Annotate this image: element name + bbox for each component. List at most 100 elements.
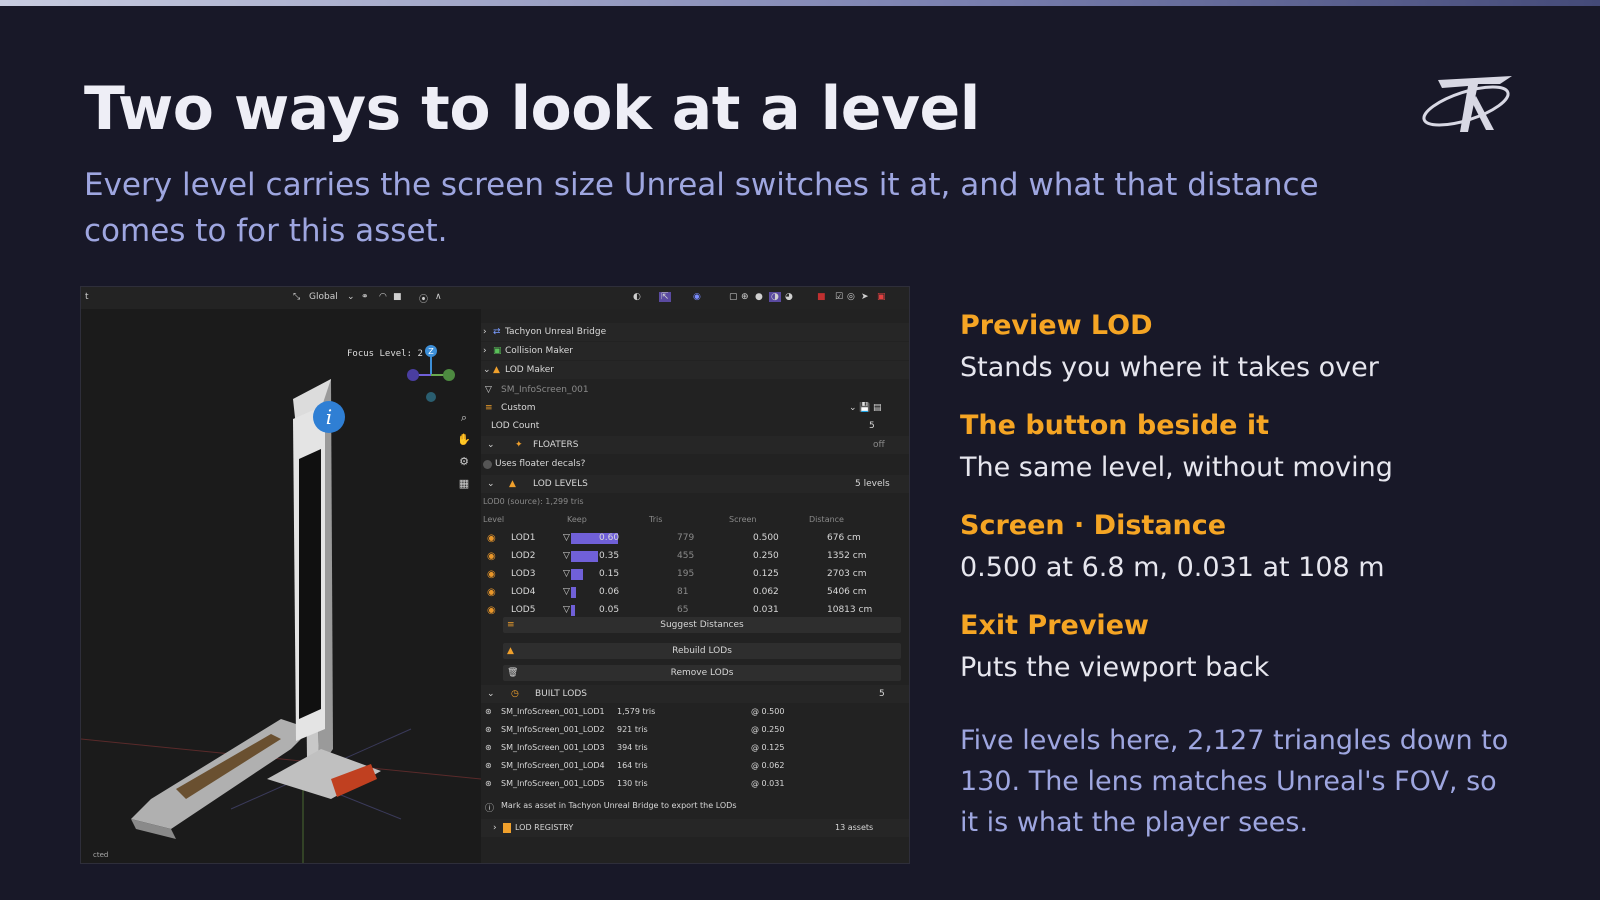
snap-icon[interactable]: ◠ (379, 292, 387, 302)
lod-levels-icon: ▲ (509, 479, 516, 489)
lod-level-name: LOD3 (511, 569, 536, 579)
sidebar-panel: › ⇄ Tachyon Unreal Bridge › ▣ Collision Ma… (481, 309, 909, 863)
screen-size-value[interactable]: 0.500 (753, 533, 779, 543)
keep-ratio-bar[interactable] (571, 569, 583, 580)
floaters-label: FLOATERS (533, 440, 579, 450)
snap-target-icon[interactable]: ■ (393, 292, 402, 302)
orientation-chevron-icon[interactable]: ⌄ (347, 292, 355, 302)
visibility-icon[interactable]: ◐ (633, 292, 641, 302)
list-icon: ≡ (507, 620, 515, 630)
panel-lod-maker-label: LOD Maker (505, 365, 554, 375)
built-lod-name: SM_InfoScreen_001_LOD3 (501, 743, 605, 752)
built-lods-label: BUILT LODS (535, 689, 587, 699)
render-icon[interactable]: ▣ (877, 292, 886, 302)
3d-viewport[interactable]: Focus Level: 2 Z ⌕ ✋ ⚙ ▦ i cted (81, 309, 481, 863)
tachyon-logo-icon (1422, 76, 1512, 132)
decimate-icon: ▽ (563, 605, 570, 615)
built-lod-row[interactable]: ⊛ SM_InfoScreen_001_LOD5 130 tris @ 0.031 (481, 775, 909, 793)
falloff-icon[interactable]: ∧ (435, 292, 442, 302)
feature-text: 0.500 at 6.8 m, 0.031 at 108 m (960, 552, 1385, 583)
proportional-icon[interactable]: ⦿ (419, 292, 428, 305)
eye-toggle-icon[interactable]: ◉ (487, 605, 496, 616)
solid-shading-icon[interactable]: ● (755, 292, 763, 302)
keep-ratio-value[interactable]: 0.05 (599, 605, 619, 615)
panel-lod-maker-header[interactable]: ⌄ ▲ LOD Maker (481, 361, 909, 379)
remove-lods-button[interactable]: 🗑 Remove LODs (503, 665, 901, 681)
preset-row[interactable]: ≡ Custom ⌄ 💾 ▤ (481, 399, 909, 417)
eye-toggle-icon[interactable]: ◉ (487, 569, 496, 580)
tris-value: 779 (677, 533, 695, 543)
wireframe-shading-icon[interactable]: ⊕ (741, 292, 749, 302)
slide-title: Two ways to look at a level (84, 74, 980, 144)
record-icon[interactable]: ■ (817, 292, 826, 302)
built-lods-header[interactable]: ⌄ ◷ BUILT LODS 5 (481, 685, 909, 703)
keep-ratio-bar[interactable] (571, 587, 576, 598)
summary-note: Five levels here, 2,127 triangles down t… (960, 725, 1509, 838)
pivot-icon[interactable]: ⚭ (361, 292, 369, 302)
mesh-icon: ⊛ (485, 779, 492, 788)
built-lod-screen: @ 0.500 (751, 707, 785, 716)
lod-count-row[interactable]: LOD Count 5 (481, 417, 909, 435)
lod-level-row[interactable]: ◉ LOD3 ▽ 0.15 195 0.125 2703 cm (481, 565, 909, 583)
keep-ratio-bar[interactable] (571, 551, 599, 562)
screen-size-value[interactable]: 0.250 (753, 551, 779, 561)
col-distance: Distance (809, 515, 844, 524)
built-lod-row[interactable]: ⊛ SM_InfoScreen_001_LOD1 1,579 tris @ 0.500 (481, 703, 909, 721)
lod-level-row[interactable]: ◉ LOD4 ▽ 0.06 81 0.062 5406 cm (481, 583, 909, 601)
transform-orientation-icon[interactable]: ⤡ (293, 292, 300, 302)
eye-icon[interactable]: ◎ (847, 292, 855, 302)
built-lod-tris: 394 tris (617, 743, 648, 752)
built-lod-row[interactable]: ⊛ SM_InfoScreen_001_LOD3 394 tris @ 0.125 (481, 739, 909, 757)
mesh-icon: ⊛ (485, 725, 492, 734)
decimate-icon: ▽ (563, 569, 570, 579)
panel-bridge-header[interactable]: › ⇄ Tachyon Unreal Bridge (481, 323, 909, 341)
delete-preset-icon[interactable]: ▤ (873, 403, 882, 413)
top-accent-bar (0, 0, 1600, 6)
lod-levels-header[interactable]: ⌄ ▲ LOD LEVELS 5 levels (481, 475, 909, 493)
gizmo-toggle-icon[interactable]: ⇱ (659, 292, 671, 302)
keep-ratio-value[interactable]: 0.06 (599, 587, 619, 597)
panel-collision-label: Collision Maker (505, 346, 573, 356)
preset-dropdown[interactable]: Custom (501, 403, 535, 413)
checkbox-icon[interactable]: ☑ (835, 292, 843, 302)
built-lod-tris: 1,579 tris (617, 707, 656, 716)
built-lod-row[interactable]: ⊛ SM_InfoScreen_001_LOD2 921 tris @ 0.250 (481, 721, 909, 739)
material-shading-icon[interactable]: ◑ (769, 292, 781, 302)
lod-count-value[interactable]: 5 (869, 421, 875, 431)
eye-toggle-icon[interactable]: ◉ (487, 551, 496, 562)
keep-ratio-value[interactable]: 0.60 (599, 533, 619, 543)
orientation-dropdown[interactable]: Global (309, 292, 338, 302)
floaters-state: off (873, 440, 885, 450)
header-left-label: t (85, 292, 89, 302)
feature-heading: The button beside it (960, 410, 1270, 441)
rebuild-lods-button[interactable]: ▲ Rebuild LODs (503, 643, 901, 659)
lod-level-row[interactable]: ◉ LOD2 ▽ 0.35 455 0.250 1352 cm (481, 547, 909, 565)
eye-toggle-icon[interactable]: ◉ (487, 587, 496, 598)
overlay-icon[interactable]: ◉ (693, 292, 701, 302)
mesh-icon: ⊛ (485, 743, 492, 752)
cursor-icon[interactable]: ➤ (861, 292, 869, 302)
panel-collision-header[interactable]: › ▣ Collision Maker (481, 342, 909, 360)
keep-ratio-value[interactable]: 0.15 (599, 569, 619, 579)
screen-size-value[interactable]: 0.031 (753, 605, 779, 615)
lod-level-row[interactable]: ◉ LOD1 ▽ 0.60 779 0.500 676 cm (481, 529, 909, 547)
lod-registry-header[interactable]: › LOD REGISTRY 13 assets (481, 819, 909, 837)
screen-size-value[interactable]: 0.062 (753, 587, 779, 597)
built-lod-row[interactable]: ⊛ SM_InfoScreen_001_LOD4 164 tris @ 0.062 (481, 757, 909, 775)
xray-icon[interactable]: ▢ (729, 292, 738, 302)
svg-text:i: i (326, 405, 332, 429)
asset-note-text: Mark as asset in Tachyon Unreal Bridge t… (501, 801, 737, 810)
feature-text: The same level, without moving (960, 452, 1393, 483)
keep-ratio-bar[interactable] (571, 605, 575, 616)
viewport-status-text: cted (93, 851, 109, 859)
keep-ratio-value[interactable]: 0.35 (599, 551, 619, 561)
preset-chevron-icon[interactable]: ⌄ (849, 403, 857, 413)
screen-size-value[interactable]: 0.125 (753, 569, 779, 579)
rendered-shading-icon[interactable]: ◕ (785, 292, 793, 302)
floater-decals-row[interactable]: Uses floater decals? (481, 455, 909, 473)
eye-toggle-icon[interactable]: ◉ (487, 533, 496, 544)
floaters-header[interactable]: ⌄ ✦ FLOATERS off (481, 436, 909, 454)
save-preset-icon[interactable]: 💾 (859, 403, 870, 413)
floater-decals-checkbox[interactable] (483, 460, 492, 469)
suggest-distances-button[interactable]: ≡ Suggest Distances (503, 617, 901, 633)
